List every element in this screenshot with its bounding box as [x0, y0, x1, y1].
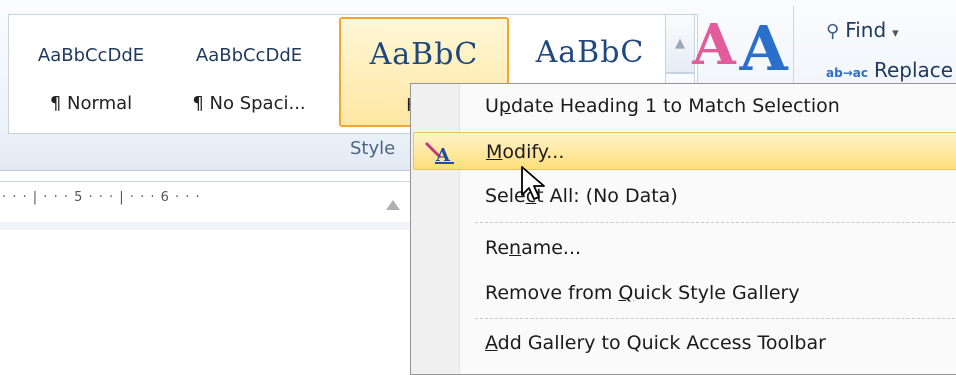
menu-item-label: Modify... [486, 141, 565, 163]
menu-item-update-heading[interactable]: Update Heading 1 to Match Selection [413, 87, 956, 125]
style-name: ¶ Normal [49, 93, 133, 114]
find-label: Find [845, 18, 887, 42]
style-name: ¶ No Spaci... [192, 93, 306, 114]
indent-marker-icon[interactable] [386, 200, 400, 210]
ruler-marks: · · · | · · · 5 · · · | · · · 6 · · · [2, 190, 201, 205]
style-normal[interactable]: AaBbCcDdE ¶ Normal [13, 17, 169, 127]
replace-label: Replace [873, 58, 954, 82]
menu-item-remove-from-gallery[interactable]: Remove from Quick Style Gallery [413, 274, 956, 312]
menu-item-label: Add Gallery to Quick Access Toolbar [485, 332, 826, 354]
menu-item-label: Select All: (No Data) [485, 185, 678, 207]
style-sample: AaBbCcDdE [37, 45, 145, 66]
dropdown-arrow-icon: ▾ [892, 26, 899, 41]
style-sample: AaBbC [535, 35, 645, 70]
replace-button[interactable]: ab→ac Replace [826, 58, 953, 82]
horizontal-ruler[interactable]: · · · | · · · 5 · · · | · · · 6 · · · [0, 181, 410, 223]
gallery-scroll-up-button[interactable]: ▲ [665, 14, 695, 73]
modify-style-icon: A [424, 141, 454, 165]
menu-item-select-all[interactable]: Select All: (No Data) [413, 177, 956, 215]
style-context-menu: Update Heading 1 to Match Selection A Mo… [410, 83, 956, 375]
menu-item-rename[interactable]: Rename... [413, 229, 956, 267]
menu-item-label: Rename... [485, 237, 582, 259]
replace-icon: ab→ac [826, 66, 868, 80]
styles-group-label: Style [350, 138, 396, 159]
binoculars-icon: ⚲ [826, 21, 840, 42]
menu-separator [475, 222, 956, 224]
style-sample: AaBbCcDdE [195, 45, 303, 66]
mouse-pointer-icon [521, 166, 545, 200]
menu-item-label: Update Heading 1 to Match Selection [485, 95, 840, 117]
style-sample: AaBbC [369, 37, 479, 72]
chevron-up-icon: ▲ [675, 36, 685, 51]
menu-item-modify[interactable]: A Modify... [413, 132, 956, 170]
ruler-shadow [0, 222, 410, 230]
find-button[interactable]: ⚲ Find ▾ [826, 18, 899, 42]
menu-separator [475, 318, 956, 320]
menu-item-add-gallery-to-qat[interactable]: Add Gallery to Quick Access Toolbar [413, 324, 956, 362]
change-styles-icon: AA [692, 12, 788, 85]
menu-item-label: Remove from Quick Style Gallery [485, 282, 800, 304]
style-no-spacing[interactable]: AaBbCcDdE ¶ No Spaci... [171, 17, 327, 127]
